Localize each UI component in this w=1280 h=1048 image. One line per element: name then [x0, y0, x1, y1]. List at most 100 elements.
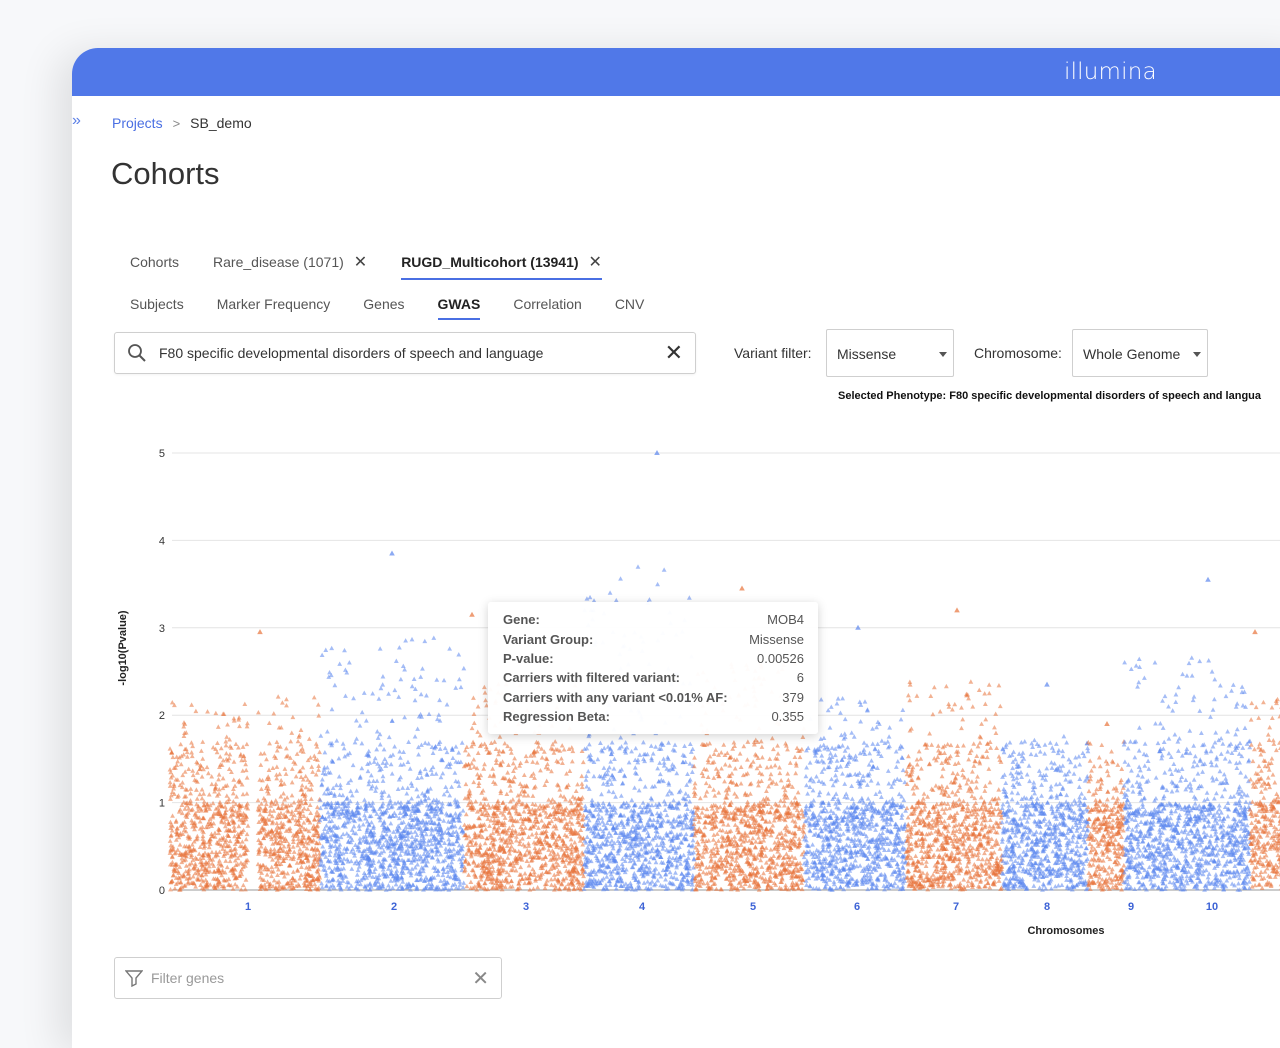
data-point[interactable] [350, 793, 355, 797]
data-point[interactable] [237, 724, 242, 728]
data-point[interactable] [531, 771, 536, 775]
data-point[interactable] [214, 850, 219, 854]
data-point[interactable] [546, 847, 551, 851]
data-point[interactable] [377, 859, 382, 863]
data-point[interactable] [651, 818, 656, 822]
data-point[interactable] [296, 739, 301, 743]
data-point[interactable] [244, 837, 249, 841]
data-point[interactable] [475, 772, 480, 776]
data-point[interactable] [559, 756, 564, 760]
data-point[interactable] [584, 784, 589, 788]
data-point[interactable] [450, 756, 455, 760]
data-point[interactable] [543, 855, 548, 859]
data-point[interactable] [323, 648, 328, 652]
data-point[interactable] [595, 757, 600, 761]
data-point[interactable] [509, 750, 514, 754]
data-point[interactable] [218, 800, 223, 804]
data-point[interactable] [434, 771, 439, 775]
data-point[interactable] [200, 756, 205, 760]
data-point[interactable] [374, 785, 379, 789]
data-point[interactable] [627, 760, 632, 764]
data-point[interactable] [244, 742, 249, 746]
data-point[interactable] [175, 826, 180, 830]
data-point[interactable] [201, 791, 206, 795]
data-point[interactable] [241, 883, 246, 887]
data-point[interactable] [579, 774, 584, 778]
data-point[interactable] [328, 849, 333, 853]
data-point[interactable] [678, 788, 683, 792]
data-point[interactable] [482, 762, 487, 766]
data-point[interactable] [711, 837, 716, 841]
data-point[interactable] [209, 832, 214, 836]
data-point[interactable] [623, 740, 628, 744]
data-point[interactable] [272, 754, 277, 758]
data-point[interactable] [410, 637, 415, 641]
data-point[interactable] [224, 735, 229, 739]
data-point[interactable] [494, 852, 499, 856]
data-point[interactable] [560, 761, 565, 765]
data-point[interactable] [178, 842, 183, 846]
data-point[interactable] [190, 768, 195, 772]
data-point[interactable] [535, 760, 540, 764]
data-point[interactable] [671, 856, 676, 860]
data-point[interactable] [290, 876, 295, 880]
data-point[interactable] [638, 805, 643, 809]
data-point[interactable] [398, 755, 403, 759]
data-point[interactable] [306, 807, 311, 811]
data-point[interactable] [544, 779, 549, 783]
data-point[interactable] [418, 769, 423, 773]
data-point[interactable] [758, 764, 763, 768]
data-point[interactable] [281, 801, 286, 805]
data-point[interactable] [387, 793, 392, 797]
data-point[interactable] [446, 874, 451, 878]
data-point[interactable] [197, 792, 202, 796]
data-point[interactable] [647, 597, 652, 601]
data-point[interactable] [581, 813, 586, 817]
data-point[interactable] [340, 793, 345, 797]
data-point[interactable] [654, 860, 659, 864]
data-point[interactable] [494, 757, 499, 761]
data-point[interactable] [471, 696, 476, 700]
data-point[interactable] [502, 741, 507, 745]
data-point[interactable] [498, 734, 503, 738]
data-point[interactable] [658, 772, 663, 776]
data-point[interactable] [461, 666, 466, 670]
data-point[interactable] [314, 741, 319, 745]
data-point[interactable] [509, 878, 514, 882]
data-point[interactable] [381, 849, 386, 853]
data-point[interactable] [239, 887, 244, 891]
data-point[interactable] [273, 798, 278, 802]
data-point[interactable] [608, 759, 613, 763]
data-point[interactable] [650, 846, 655, 850]
data-point[interactable] [267, 741, 272, 745]
data-point[interactable] [410, 684, 415, 688]
data-point[interactable] [761, 871, 766, 875]
data-point[interactable] [456, 652, 461, 656]
data-point[interactable] [312, 753, 317, 757]
data-point[interactable] [388, 798, 393, 802]
data-point[interactable] [400, 785, 405, 789]
data-point[interactable] [674, 771, 679, 775]
data-point[interactable] [310, 769, 315, 773]
data-point[interactable] [512, 756, 517, 760]
data-point[interactable] [349, 866, 354, 870]
data-point[interactable] [525, 859, 530, 863]
data-point[interactable] [466, 752, 471, 756]
data-point[interactable] [354, 718, 359, 722]
data-point[interactable] [412, 677, 417, 681]
data-point[interactable] [733, 823, 738, 827]
data-point[interactable] [299, 872, 304, 876]
data-point[interactable] [437, 821, 442, 825]
data-point[interactable] [354, 788, 359, 792]
data-point[interactable] [362, 797, 367, 801]
data-point[interactable] [498, 836, 503, 840]
data-point[interactable] [330, 707, 335, 711]
data-point[interactable] [217, 772, 222, 776]
data-point[interactable] [643, 784, 648, 788]
data-point[interactable] [518, 761, 523, 765]
data-point[interactable] [793, 795, 798, 799]
data-point[interactable] [510, 823, 515, 827]
data-point[interactable] [284, 771, 289, 775]
data-point[interactable] [543, 886, 548, 890]
data-point[interactable] [459, 685, 464, 689]
